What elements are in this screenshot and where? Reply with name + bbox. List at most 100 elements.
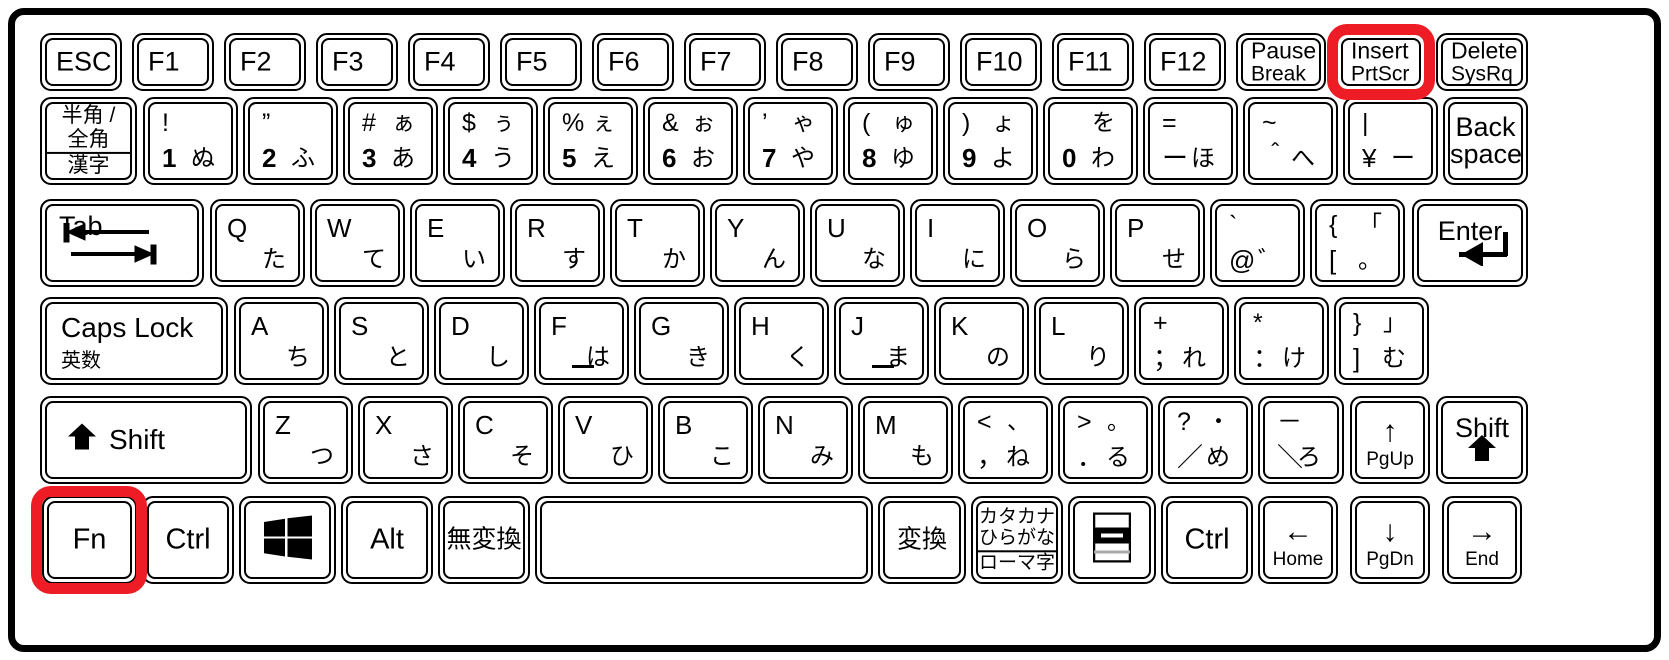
key-f7[interactable]: F7: [684, 33, 766, 91]
key-shift-right[interactable]: Shift: [1436, 396, 1528, 484]
key-period[interactable]: > 。 ． る: [1058, 396, 1153, 484]
shift-arrow-icon-left: [65, 423, 99, 458]
key-tab[interactable]: Tab: [40, 199, 204, 287]
key-alt[interactable]: Alt: [341, 496, 433, 584]
key-digit-4-label: 4: [462, 143, 477, 173]
key-arrow-down[interactable]: ↓ PgDn: [1350, 496, 1430, 584]
key-digit-3[interactable]: # ぁ 3 あ: [343, 97, 438, 185]
key-f12[interactable]: F12: [1144, 33, 1226, 91]
key-l-label: L: [1051, 311, 1066, 341]
key-digit-1[interactable]: ! 1 ぬ: [143, 97, 238, 185]
key-v[interactable]: V ひ: [558, 396, 653, 484]
key-q[interactable]: Q た: [210, 199, 305, 287]
key-digit-0[interactable]: を 0 わ: [1043, 97, 1138, 185]
key-f6[interactable]: F6: [592, 33, 674, 91]
key-ctrl-right[interactable]: Ctrl: [1161, 496, 1253, 584]
key-f11[interactable]: F11: [1052, 33, 1134, 91]
key-digit-7-kana-small: ゃ: [792, 109, 815, 135]
key-bracket-left[interactable]: { 「 [ 。: [1310, 199, 1405, 287]
key-arrow-up[interactable]: ↑ PgUp: [1350, 396, 1430, 484]
key-digit-8-kana: ゆ: [891, 145, 915, 172]
key-henkan[interactable]: 変換: [878, 496, 966, 584]
key-digit-5[interactable]: % ぇ 5 え: [543, 97, 638, 185]
key-f10[interactable]: F10: [960, 33, 1042, 91]
key-b[interactable]: B こ: [658, 396, 753, 484]
key-a[interactable]: A ち: [234, 297, 329, 385]
key-f3[interactable]: F3: [316, 33, 398, 91]
key-i[interactable]: I に: [910, 199, 1005, 287]
key-c[interactable]: C そ: [458, 396, 553, 484]
key-digit-9[interactable]: ) ょ 9 よ: [943, 97, 1038, 185]
key-colon[interactable]: * ： け: [1234, 297, 1329, 385]
key-backspace[interactable]: Back space: [1443, 97, 1528, 185]
key-shift-left[interactable]: Shift: [40, 396, 252, 484]
key-insert-prtscr[interactable]: Insert PrtScr: [1336, 33, 1426, 91]
key-backslash-ro[interactable]: － ＼ ろ: [1258, 396, 1344, 484]
key-digit-7[interactable]: ’ ゃ 7 や: [743, 97, 838, 185]
key-digit-4[interactable]: $ ぅ 4 う: [443, 97, 538, 185]
key-caps-lock[interactable]: Caps Lock 英数: [40, 297, 228, 385]
key-w[interactable]: W て: [310, 199, 405, 287]
key-at[interactable]: ` @ ゛: [1210, 199, 1305, 287]
key-bracket-left-label: [: [1329, 245, 1337, 275]
key-r[interactable]: R す: [510, 199, 605, 287]
key-d[interactable]: D し: [434, 297, 529, 385]
key-arrow-right[interactable]: → End: [1442, 496, 1522, 584]
key-ctrl-left[interactable]: Ctrl: [142, 496, 234, 584]
key-pause-break[interactable]: Pause Break: [1236, 33, 1326, 91]
key-l[interactable]: L り: [1034, 297, 1129, 385]
key-bracket-right[interactable]: } 」 ] む: [1334, 297, 1429, 385]
key-menu[interactable]: [1068, 496, 1156, 584]
key-f5[interactable]: F5: [500, 33, 582, 91]
key-n[interactable]: N み: [758, 396, 853, 484]
key-slash[interactable]: ? ・ ／ め: [1158, 396, 1253, 484]
key-bracket-left-shift: {: [1329, 211, 1338, 239]
key-digit-6[interactable]: & ぉ 6 お: [643, 97, 738, 185]
key-k-label: K: [951, 311, 969, 341]
key-esc[interactable]: ESC: [40, 33, 122, 91]
key-f8[interactable]: F8: [776, 33, 858, 91]
key-comma[interactable]: < 、 ， ね: [958, 396, 1053, 484]
key-digit-8[interactable]: ( ゅ 8 ゆ: [843, 97, 938, 185]
key-digit-2[interactable]: ” 2 ふ: [243, 97, 338, 185]
key-z[interactable]: Z つ: [258, 396, 353, 484]
key-arrow-right-label: End: [1465, 549, 1499, 570]
key-f1[interactable]: F1: [132, 33, 214, 91]
key-hankaku-zenkaku[interactable]: 半角 / 全角 漢字: [40, 97, 137, 185]
key-g[interactable]: G き: [634, 297, 729, 385]
key-m-kana: も: [910, 443, 934, 470]
key-space[interactable]: [535, 496, 873, 584]
key-digit-6-label: 6: [662, 143, 677, 173]
key-semicolon[interactable]: + ； れ: [1134, 297, 1229, 385]
key-u[interactable]: U な: [810, 199, 905, 287]
key-j[interactable]: J ま: [834, 297, 929, 385]
key-f4[interactable]: F4: [408, 33, 490, 91]
key-k[interactable]: K の: [934, 297, 1029, 385]
key-f2[interactable]: F2: [224, 33, 306, 91]
key-o[interactable]: O ら: [1010, 199, 1105, 287]
key-p[interactable]: P せ: [1110, 199, 1205, 287]
key-t[interactable]: T か: [610, 199, 705, 287]
key-katakana-hiragana-romaji[interactable]: カタカナ ひらがな ローマ字: [971, 496, 1063, 584]
key-fn[interactable]: Fn: [42, 496, 137, 584]
key-minus[interactable]: = ー ほ: [1143, 97, 1238, 185]
key-f9[interactable]: F9: [868, 33, 950, 91]
key-f3-label: F3: [332, 46, 364, 77]
key-windows[interactable]: [239, 496, 336, 584]
key-muhenkan[interactable]: 無変換: [438, 496, 530, 584]
key-m[interactable]: M も: [858, 396, 953, 484]
key-f4-label: F4: [424, 46, 456, 77]
key-backspace-line1: Back: [1455, 112, 1516, 142]
key-s[interactable]: S と: [334, 297, 429, 385]
key-delete-sysrq[interactable]: Delete SysRq: [1436, 33, 1528, 91]
key-arrow-left[interactable]: ← Home: [1258, 496, 1338, 584]
key-x[interactable]: X さ: [358, 396, 453, 484]
key-yen[interactable]: | ¥ ー: [1343, 97, 1438, 185]
key-enter[interactable]: Enter: [1412, 199, 1528, 287]
key-f[interactable]: F は: [534, 297, 629, 385]
key-y[interactable]: Y ん: [710, 199, 805, 287]
key-caret[interactable]: ~ ＾ へ: [1243, 97, 1338, 185]
key-at-kana: ゛: [1258, 247, 1282, 274]
key-e[interactable]: E い: [410, 199, 505, 287]
key-h[interactable]: H く: [734, 297, 829, 385]
